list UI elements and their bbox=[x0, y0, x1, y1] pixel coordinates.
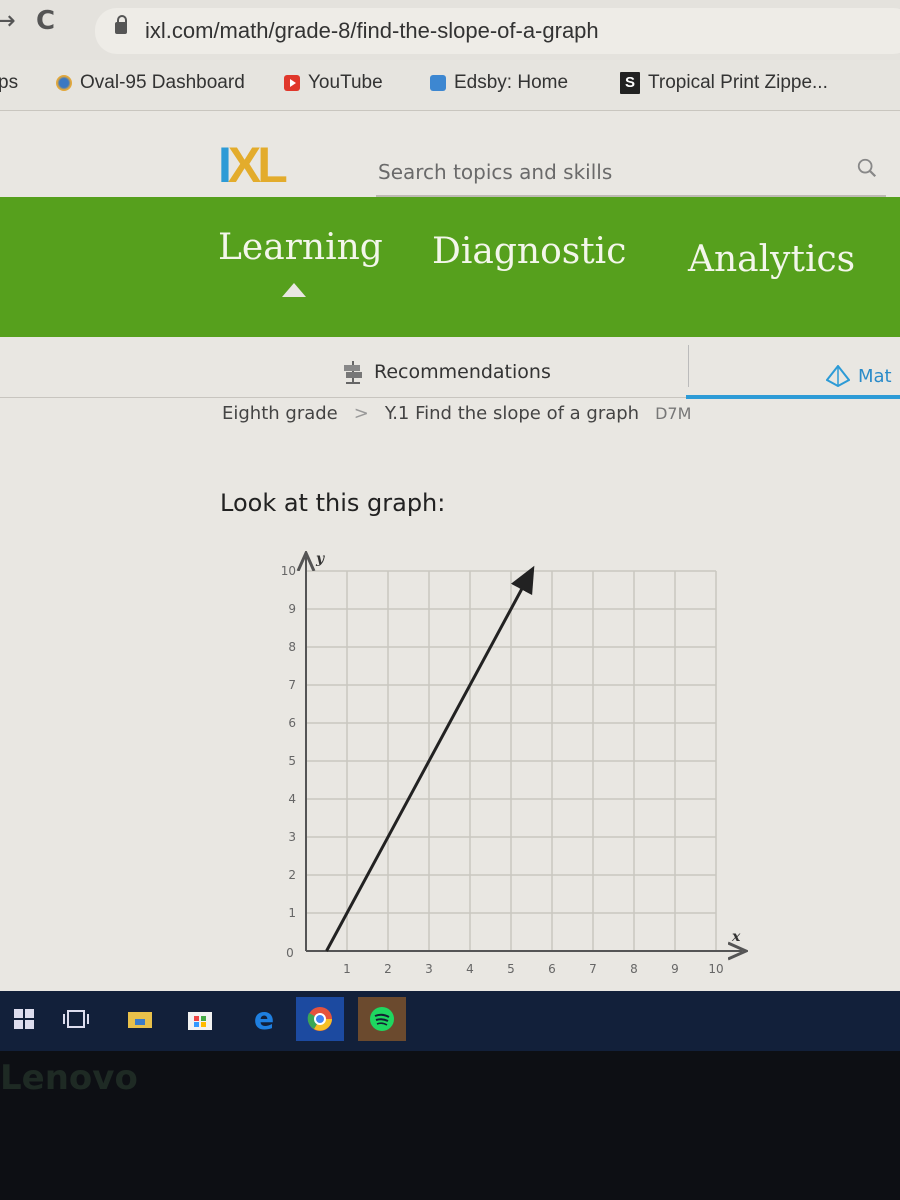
edge-icon[interactable]: e bbox=[240, 997, 288, 1041]
x-tick-label: 6 bbox=[548, 962, 556, 976]
spotify-icon[interactable] bbox=[358, 997, 406, 1041]
y-tick-label: 6 bbox=[288, 716, 296, 730]
y-tick-label: 9 bbox=[288, 602, 296, 616]
bookmark-oval-95[interactable]: Oval-95 Dashboard bbox=[56, 72, 245, 94]
x-tick-label: 8 bbox=[630, 962, 638, 976]
bookmark-label: Edsby: Home bbox=[454, 72, 569, 93]
x-tick-label: 7 bbox=[589, 962, 597, 976]
sub-nav: Recommendations Mat bbox=[0, 337, 900, 399]
forward-icon[interactable]: → bbox=[0, 6, 16, 36]
browser-toolbar: → C ixl.com/math/grade-8/find-the-slope-… bbox=[0, 0, 900, 60]
x-tick-label: 0 bbox=[286, 946, 294, 960]
question-prompt: Look at this graph: bbox=[220, 489, 446, 517]
store-icon[interactable] bbox=[176, 997, 224, 1041]
x-tick-label: 9 bbox=[671, 962, 679, 976]
skill-code: D7M bbox=[655, 404, 692, 423]
y-tick-label: 7 bbox=[288, 678, 296, 692]
bookmark-label: Oval-95 Dashboard bbox=[80, 72, 245, 93]
search-input[interactable] bbox=[376, 155, 820, 189]
x-tick-label: 3 bbox=[425, 962, 433, 976]
chrome-icon[interactable] bbox=[296, 997, 344, 1041]
x-tick-label: 5 bbox=[507, 962, 515, 976]
bookmark-label: YouTube bbox=[308, 72, 383, 93]
s-icon: S bbox=[620, 72, 640, 94]
y-tick-label: 4 bbox=[288, 792, 296, 806]
edsby-icon bbox=[430, 75, 446, 91]
active-subtab-underline bbox=[686, 395, 900, 399]
oval-icon bbox=[56, 75, 72, 91]
breadcrumb-grade[interactable]: Eighth grade bbox=[222, 403, 338, 424]
url-text[interactable]: ixl.com/math/grade-8/find-the-slope-of-a… bbox=[145, 18, 599, 44]
windows-taskbar: e bbox=[0, 991, 900, 1051]
y-axis-label: y bbox=[315, 551, 325, 567]
slope-graph: 0 1 2 3 4 5 6 7 8 9 10 1 2 3 4 5 6 7 8 9 10 x y bbox=[281, 551, 762, 976]
recommendations-label: Recommendations bbox=[374, 361, 551, 383]
file-explorer-icon[interactable] bbox=[116, 997, 164, 1041]
lock-icon bbox=[115, 15, 127, 34]
bookmarks-bar: ps Oval-95 Dashboard YouTube Edsby: Home… bbox=[0, 60, 900, 111]
tab-analytics[interactable]: Analytics bbox=[688, 239, 855, 280]
main-nav: Learning Diagnostic Analytics bbox=[0, 197, 900, 337]
y-tick-label: 1 bbox=[288, 906, 296, 920]
bookmark-label: ps bbox=[0, 72, 19, 93]
task-view-icon[interactable] bbox=[52, 997, 100, 1041]
tab-diagnostic[interactable]: Diagnostic bbox=[432, 231, 626, 272]
active-tab-indicator bbox=[282, 283, 306, 297]
reload-icon[interactable]: C bbox=[36, 6, 55, 36]
bookmark-apps[interactable]: ps bbox=[0, 72, 18, 94]
y-tick-label: 5 bbox=[288, 754, 296, 768]
y-tick-label: 10 bbox=[281, 564, 296, 578]
x-tick-label: 1 bbox=[343, 962, 351, 976]
breadcrumb-skill: Y.1 Find the slope of a graph bbox=[384, 403, 640, 424]
x-tick-label: 4 bbox=[466, 962, 474, 976]
divider bbox=[688, 345, 689, 387]
bookmark-youtube[interactable]: YouTube bbox=[284, 72, 383, 94]
bookmark-label: Tropical Print Zippe... bbox=[648, 72, 828, 93]
y-tick-label: 8 bbox=[288, 640, 296, 654]
math-tab[interactable]: Mat bbox=[826, 365, 892, 387]
youtube-icon bbox=[284, 75, 300, 91]
recommendations-link[interactable]: Recommendations bbox=[340, 359, 551, 385]
address-bar[interactable]: ixl.com/math/grade-8/find-the-slope-of-a… bbox=[95, 8, 900, 54]
x-tick-label: 10 bbox=[708, 962, 723, 976]
bookmark-tropical-print[interactable]: S Tropical Print Zippe... bbox=[620, 72, 828, 94]
device-brand-logo: Lenovo bbox=[0, 1058, 138, 1098]
y-tick-label: 2 bbox=[288, 868, 296, 882]
search-box bbox=[376, 151, 886, 197]
math-label: Mat bbox=[858, 365, 892, 387]
windows-start-icon[interactable] bbox=[0, 997, 48, 1041]
tab-learning[interactable]: Learning bbox=[218, 227, 383, 268]
x-axis-label: x bbox=[731, 929, 741, 945]
search-icon[interactable] bbox=[856, 157, 878, 179]
x-tick-label: 2 bbox=[384, 962, 392, 976]
ixl-logo[interactable]: IXL bbox=[218, 136, 288, 194]
breadcrumb: Eighth grade > Y.1 Find the slope of a g… bbox=[222, 403, 691, 424]
y-tick-label: 3 bbox=[288, 830, 296, 844]
ixl-page: IXL Learning Diagnostic Analytics Recomm… bbox=[0, 111, 900, 991]
pyramid-icon bbox=[826, 365, 850, 387]
bookmark-edsby[interactable]: Edsby: Home bbox=[430, 72, 568, 94]
chevron-right-icon: > bbox=[353, 403, 369, 424]
signpost-icon bbox=[344, 361, 362, 384]
divider bbox=[0, 397, 686, 398]
